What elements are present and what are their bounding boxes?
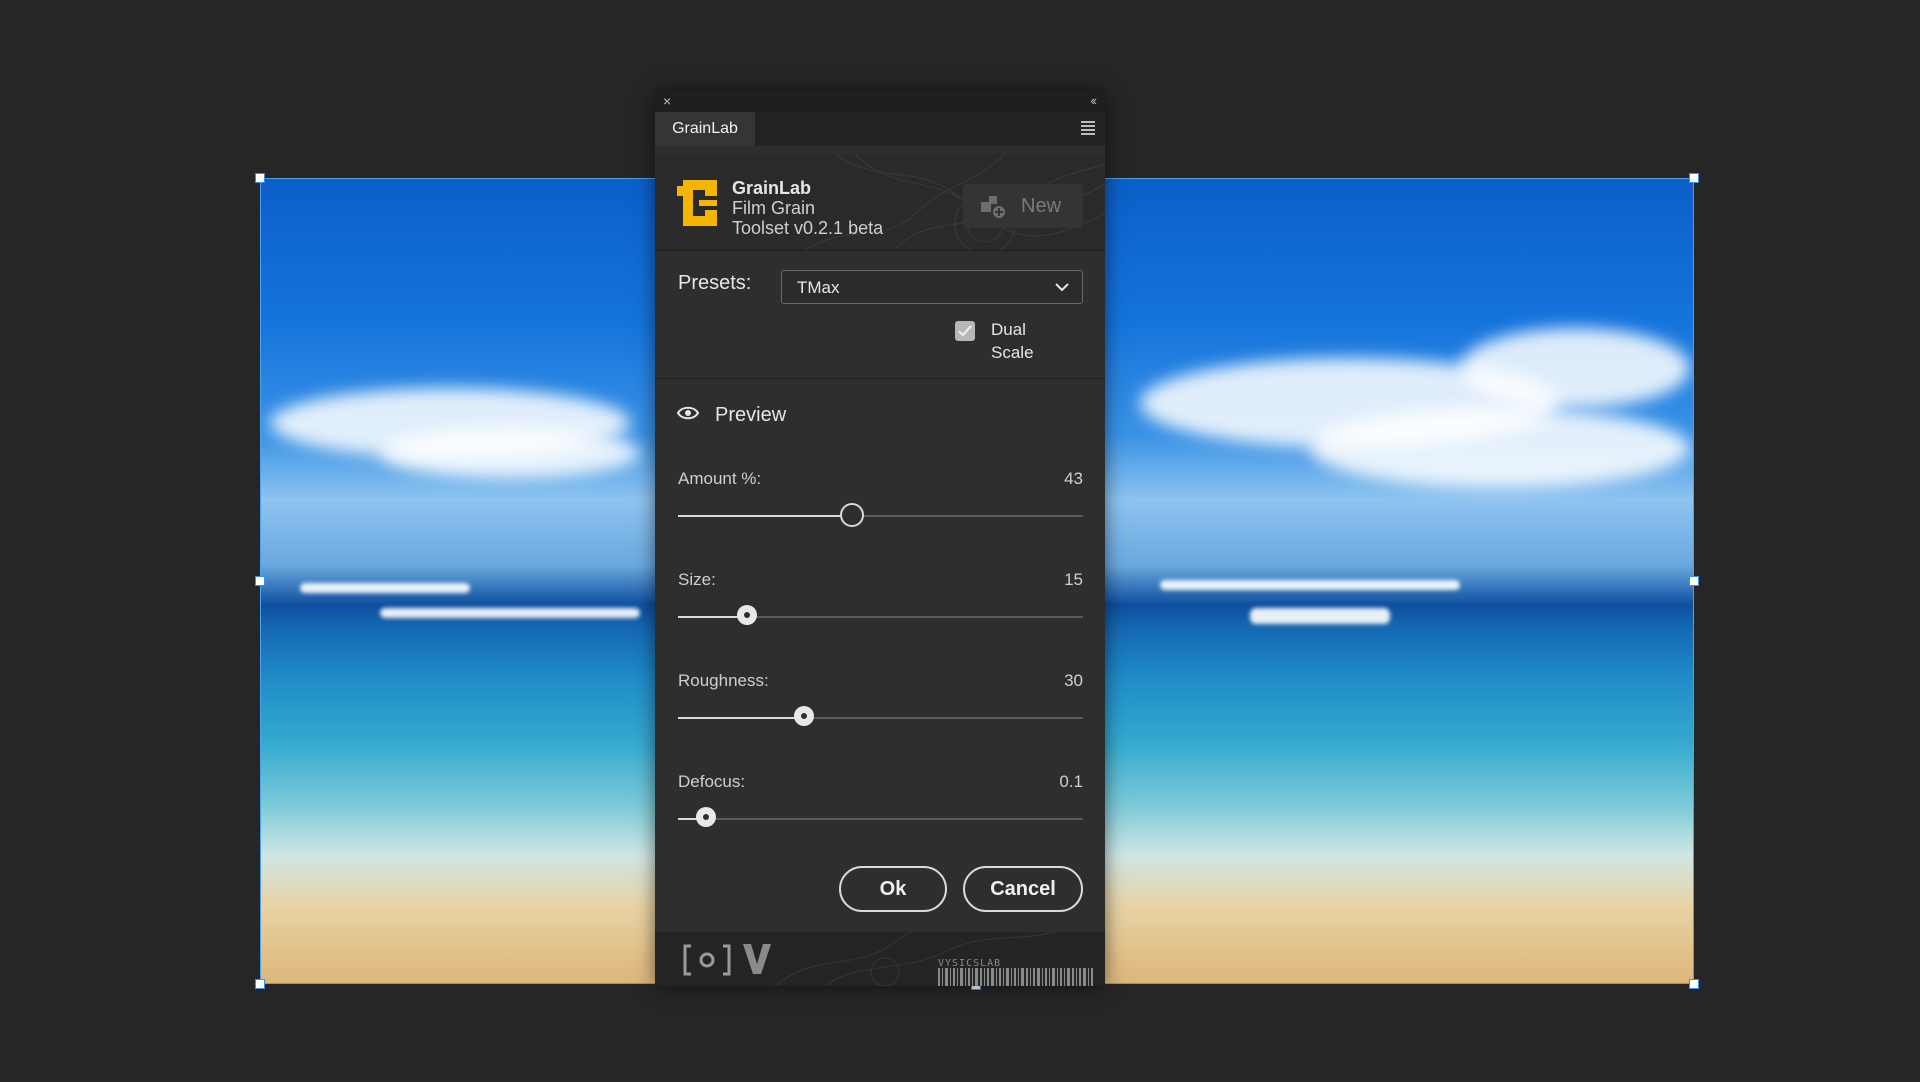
resize-handle-top-right[interactable] [1689,173,1699,183]
amount-label: Amount %: [678,469,762,488]
v-logo-icon [743,944,771,974]
dual-scale-checkbox[interactable] [955,321,975,341]
presets-dropdown[interactable]: TMax [781,270,1083,304]
defocus-slider-thumb[interactable] [696,807,717,827]
close-icon[interactable]: × [663,93,671,109]
roughness-slider[interactable] [678,706,1083,726]
roughness-slider-thumb[interactable] [793,706,814,726]
ok-button[interactable]: Ok [839,866,947,912]
grainlab-panel: × ‹‹ GrainLab GrainLab Film Grain Toolse… [655,92,1105,986]
size-slider-thumb[interactable] [736,605,757,625]
checkmark-icon [958,325,972,337]
resize-handle-mid-left[interactable] [255,576,265,586]
amount-value: 43 [1064,469,1083,488]
panel-title-bar: × ‹‹ [655,92,1105,112]
divider [655,378,1105,379]
dual-scale-label: Dual [991,320,1026,339]
collapse-icon[interactable]: ‹‹ [1090,93,1097,108]
presets-label: Presets: [678,272,752,294]
new-button-label: New [1021,195,1062,217]
presets-selected-value: TMax [797,278,840,297]
eye-icon[interactable] [677,405,699,421]
add-layer-icon [981,196,1005,218]
panel-header: GrainLab Film Grain Toolset v0.2.1 beta … [655,154,1105,251]
brand-version: Toolset v0.2.1 beta [732,218,884,238]
tab-grainlab[interactable]: GrainLab [655,112,755,146]
cancel-button[interactable]: Cancel [963,866,1083,912]
dual-scale-label-line2: Scale [991,343,1034,362]
resize-handle-bottom-right[interactable] [1689,979,1699,989]
size-label: Size: [678,570,716,589]
preview-label: Preview [715,404,787,426]
defocus-label: Defocus: [678,772,746,791]
size-slider[interactable] [678,605,1083,625]
size-value: 15 [1064,570,1083,589]
grainlab-logo-icon [677,180,717,226]
amount-slider-fill [678,515,853,517]
resize-handle-mid-right[interactable] [1689,576,1699,586]
brand-subtitle: Film Grain [732,198,816,218]
resize-handle-bottom-left[interactable] [255,979,265,989]
defocus-slider[interactable] [678,807,1083,827]
chevron-down-icon [1055,283,1069,292]
barcode-icon [938,968,1093,986]
panel-footer: VYSICSLAB [655,932,1105,986]
panel-tab-bar: GrainLab [655,112,1105,146]
amount-slider[interactable] [678,503,1083,527]
menu-icon[interactable] [1081,121,1095,137]
roughness-label: Roughness: [678,671,769,690]
amount-slider-thumb[interactable] [840,503,865,527]
new-button[interactable]: New [963,184,1083,228]
roughness-slider-fill [678,717,804,719]
resize-handle-top-left[interactable] [255,173,265,183]
defocus-value: 0.1 [1059,772,1083,791]
roughness-value: 30 [1064,671,1083,690]
brand-title: GrainLab [732,178,812,198]
capture-frame-icon[interactable] [683,944,731,976]
